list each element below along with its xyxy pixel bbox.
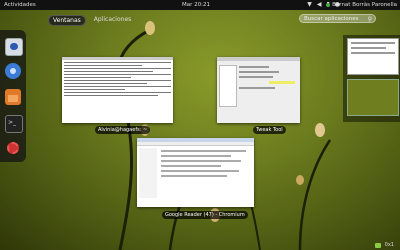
status-dot-icon [326,3,331,7]
workspace-switcher [343,35,400,122]
wifi-icon[interactable]: ▼ [307,0,312,10]
tab-windows[interactable]: Ventanas [48,15,86,26]
search-input[interactable]: Buscar aplicaciones ⚲ [299,14,376,23]
window-caption-chromium: Google Reader (47) - Chromium [162,211,248,219]
tray-count: 0x1 [384,242,394,248]
window-caption-tweak-tool: Tweak Tool [253,126,286,134]
settings-icon[interactable] [5,140,21,156]
mail-icon[interactable] [5,38,23,56]
top-panel: Actividades Mar 20:21 ▼ ◀ ▮ ● Bernat Bor… [0,0,400,10]
files-icon[interactable] [5,89,21,105]
window-caption-terminal: Alvinia@hagaefs: ~ [95,126,151,134]
activities-button[interactable]: Actividades [4,0,36,10]
clock[interactable]: Mar 20:21 [182,0,210,10]
workspace-2[interactable] [347,79,399,116]
terminal-icon[interactable]: >_ [5,115,23,133]
chat-icon[interactable] [374,242,381,248]
chromium-window[interactable] [137,138,254,207]
tweak-tool-window[interactable] [217,57,300,123]
tab-applications[interactable]: Aplicaciones [90,15,135,26]
terminal-window[interactable] [62,57,173,123]
overview-tabs: Ventanas Aplicaciones [48,15,135,26]
workspace-1[interactable] [347,38,399,75]
search-icon: ⚲ [367,16,372,23]
user-name: Bernat Borràs Paronella [332,2,397,8]
message-tray: 0x1 [374,242,394,248]
search-placeholder: Buscar aplicaciones [304,16,359,22]
chromium-icon[interactable] [5,63,21,79]
user-menu[interactable]: Bernat Borràs Paronella [326,0,397,10]
volume-icon[interactable]: ◀ [317,0,322,10]
dash: >_ [0,30,26,162]
